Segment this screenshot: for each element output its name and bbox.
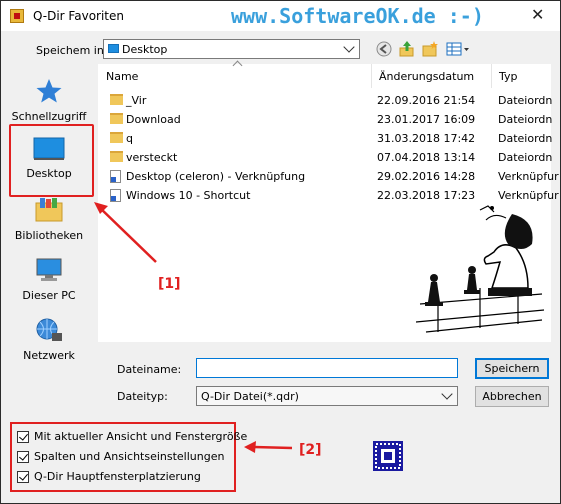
star-icon (36, 79, 62, 103)
annotation-label-1: [1] (158, 276, 181, 292)
annotation-arrow-icon (94, 202, 157, 263)
qdir-app-icon (373, 441, 403, 471)
file-type: Dateiordn (498, 132, 553, 145)
new-folder-icon[interactable] (421, 40, 439, 58)
check-icon (19, 471, 28, 481)
file-name: versteckt (126, 151, 178, 164)
close-icon[interactable]: ✕ (531, 5, 544, 24)
chevron-down-icon (441, 388, 453, 400)
file-date: 07.04.2018 13:14 (377, 151, 476, 164)
file-date: 23.01.2017 16:09 (377, 113, 476, 126)
check-icon (19, 451, 28, 461)
shortcut-icon (110, 170, 121, 183)
cancel-button[interactable]: Abbrechen (475, 386, 549, 407)
file-type: Dateiordn (498, 151, 553, 164)
file-row[interactable]: Desktop (celeron) - Verknüpfung 29.02.20… (98, 168, 559, 187)
option-label: Mit aktueller Ansicht und Fenstergröße (34, 430, 248, 443)
file-date: 22.03.2018 17:23 (377, 189, 476, 202)
column-header-date[interactable]: Änderungsdatum (379, 70, 474, 83)
sidebar-item-label: Bibliotheken (14, 229, 84, 242)
folder-icon (110, 151, 123, 162)
file-date: 22.09.2016 21:54 (377, 94, 476, 107)
view-menu-icon[interactable] (445, 40, 471, 58)
annotation-label-2: [2] (299, 442, 322, 458)
highlight-box-desktop (9, 124, 94, 197)
sidebar-item-label: Schnellzugriff (11, 110, 87, 123)
filetype-select[interactable]: Q-Dir Datei(*.qdr) (196, 386, 458, 406)
save-in-value: Desktop (122, 43, 168, 56)
sidebar-item-label: Dieser PC (22, 289, 76, 302)
sidebar-item-quick-access[interactable]: Schnellzugriff (3, 78, 95, 123)
folder-icon (110, 113, 123, 124)
chess-illustration (416, 205, 545, 333)
filetype-label: Dateityp: (117, 390, 168, 403)
network-icon (36, 318, 62, 341)
watermark: www.SoftwareOK.de :-) (231, 4, 484, 28)
folder-icon (110, 94, 123, 105)
folder-icon (110, 132, 123, 143)
file-type: Verknüpfur (498, 189, 559, 202)
checkbox[interactable] (17, 471, 29, 483)
window-title: Q-Dir Favoriten (33, 9, 124, 23)
app-icon (10, 9, 24, 23)
file-date: 31.03.2018 17:42 (377, 132, 476, 145)
file-row[interactable]: Download 23.01.2017 16:09 Dateiordn (98, 111, 553, 130)
sidebar-item-this-pc[interactable]: Dieser PC (3, 257, 95, 302)
option-label: Spalten und Ansichtseinstellungen (34, 450, 225, 463)
checkbox[interactable] (17, 431, 29, 443)
checkbox[interactable] (17, 451, 29, 463)
file-row[interactable]: q 31.03.2018 17:42 Dateiordn (98, 130, 553, 149)
file-date: 29.02.2016 14:28 (377, 170, 476, 183)
library-icon (35, 198, 63, 222)
file-row[interactable]: _Vir 22.09.2016 21:54 Dateiordn (98, 92, 553, 111)
file-type: Verknüpfur (498, 170, 559, 183)
save-in-label: Speichem in: (36, 44, 108, 57)
column-divider[interactable] (371, 64, 372, 88)
column-header-name[interactable]: Name (106, 70, 138, 83)
sidebar-item-label: Netzwerk (23, 349, 75, 362)
sidebar-item-libraries[interactable]: Bibliotheken (3, 197, 95, 242)
filename-input[interactable] (196, 358, 458, 378)
file-name: Desktop (celeron) - Verknüpfung (126, 170, 306, 183)
save-in-combo[interactable]: Desktop (103, 39, 360, 59)
file-row[interactable]: versteckt 07.04.2018 13:14 Dateiordn (98, 149, 553, 168)
file-name: Download (126, 113, 181, 126)
back-icon[interactable] (375, 40, 393, 58)
title-bar: Q-Dir Favoriten www.SoftwareOK.de :-) ✕ (1, 1, 560, 31)
filename-label: Dateiname: (117, 363, 182, 376)
check-icon (19, 431, 28, 441)
file-type: Dateiordn (498, 113, 553, 126)
places-bar: Schnellzugriff Desktop Bibliotheken Dies… (0, 64, 98, 424)
options-group: Mit aktueller Ansicht und Fenstergröße S… (10, 422, 247, 492)
save-button[interactable]: Speichern (475, 358, 549, 379)
file-list[interactable]: Name Änderungsdatum Typ _Vir 22.09.2016 … (98, 60, 559, 342)
file-name: _Vir (126, 94, 147, 107)
chevron-down-icon (343, 41, 355, 53)
annotation-arrow-icon (244, 441, 293, 453)
desktop-icon (108, 44, 119, 53)
file-type: Dateiordn (498, 94, 553, 107)
column-header-type[interactable]: Typ (499, 70, 518, 83)
column-divider[interactable] (491, 64, 492, 88)
pc-icon (36, 258, 62, 281)
filetype-value: Q-Dir Datei(*.qdr) (201, 390, 299, 403)
sidebar-item-network[interactable]: Netzwerk (3, 317, 95, 362)
up-folder-icon[interactable] (398, 40, 416, 58)
option-label: Q-Dir Hauptfensterplatzierung (34, 470, 201, 483)
file-name: q (126, 132, 133, 145)
